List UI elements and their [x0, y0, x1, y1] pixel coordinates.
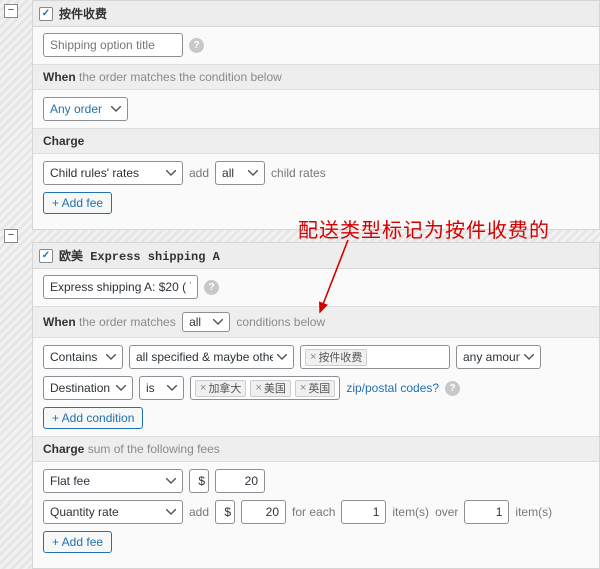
- help-icon[interactable]: ?: [189, 38, 204, 53]
- cond-field-select[interactable]: Destination: [43, 376, 133, 400]
- add-fee-button[interactable]: + Add fee: [43, 531, 112, 553]
- collapse-toggle[interactable]: −: [4, 229, 18, 243]
- rule-title: 欧美 Express shipping A: [59, 247, 220, 264]
- over-qty-input[interactable]: [464, 500, 509, 524]
- cond-scope-select[interactable]: all specified & maybe others: [129, 345, 294, 369]
- add-condition-button[interactable]: + Add condition: [43, 407, 143, 429]
- tag-item: ×加拿大: [195, 380, 246, 397]
- rule-checkbox[interactable]: ✓: [39, 249, 53, 263]
- rule-header: ✓ 欧美 Express shipping A: [33, 243, 599, 269]
- order-condition-select[interactable]: Any order: [43, 97, 128, 121]
- charge-section-header: Charge sum of the following fees: [33, 436, 599, 462]
- amount-input[interactable]: [215, 469, 265, 493]
- when-section-header: When the order matches the condition bel…: [33, 64, 599, 90]
- shipping-title-input[interactable]: [43, 33, 183, 57]
- help-icon[interactable]: ?: [445, 381, 460, 396]
- fee-type-select[interactable]: Quantity rate: [43, 500, 183, 524]
- cond-tags-input[interactable]: × 按件收费: [300, 345, 450, 369]
- tag-remove-icon[interactable]: ×: [255, 382, 261, 394]
- amount-input[interactable]: [241, 500, 286, 524]
- rates-select[interactable]: Child rules' rates: [43, 161, 183, 185]
- when-section-header: When the order matches all conditions be…: [33, 306, 599, 338]
- item-label: item(s): [392, 505, 429, 519]
- rule-title: 按件收费: [59, 5, 107, 22]
- rule-checkbox[interactable]: ✓: [39, 7, 53, 21]
- collapse-toggle[interactable]: −: [4, 4, 18, 18]
- tag-remove-icon[interactable]: ×: [300, 382, 306, 394]
- tag-item: ×英国: [295, 380, 335, 397]
- rule-header: ✓ 按件收费: [33, 1, 599, 27]
- add-label: add: [189, 166, 209, 180]
- add-fee-button[interactable]: + Add fee: [43, 192, 112, 214]
- zip-codes-link[interactable]: zip/postal codes?: [346, 381, 439, 395]
- qty-input[interactable]: [341, 500, 386, 524]
- add-label: add: [189, 505, 209, 519]
- charge-section-header: Charge: [33, 128, 599, 154]
- rule-card-1: ✓ 按件收费 ? When the order matches the cond…: [32, 0, 600, 230]
- cond-op-select[interactable]: Contains: [43, 345, 123, 369]
- tag-remove-icon[interactable]: ×: [200, 382, 206, 394]
- fee-type-select[interactable]: Flat fee: [43, 469, 183, 493]
- cond-compare-select[interactable]: is: [139, 376, 184, 400]
- currency-input[interactable]: [215, 500, 235, 524]
- all-select[interactable]: all: [215, 161, 265, 185]
- destination-tags-input[interactable]: ×加拿大 ×美国 ×英国: [190, 376, 340, 400]
- shipping-title-input[interactable]: [43, 275, 198, 299]
- rule-card-2: ✓ 欧美 Express shipping A ? When the order…: [32, 242, 600, 569]
- help-icon[interactable]: ?: [204, 280, 219, 295]
- tag-item: ×美国: [250, 380, 290, 397]
- over-label: over: [435, 505, 458, 519]
- tag-item: × 按件收费: [305, 349, 367, 366]
- tag-remove-icon[interactable]: ×: [310, 351, 316, 363]
- cond-amount-select[interactable]: any amount: [456, 345, 541, 369]
- match-mode-select[interactable]: all: [182, 312, 230, 332]
- child-rates-label: child rates: [271, 166, 326, 180]
- foreach-label: for each: [292, 505, 335, 519]
- currency-input[interactable]: [189, 469, 209, 493]
- over-item-label: item(s): [515, 505, 552, 519]
